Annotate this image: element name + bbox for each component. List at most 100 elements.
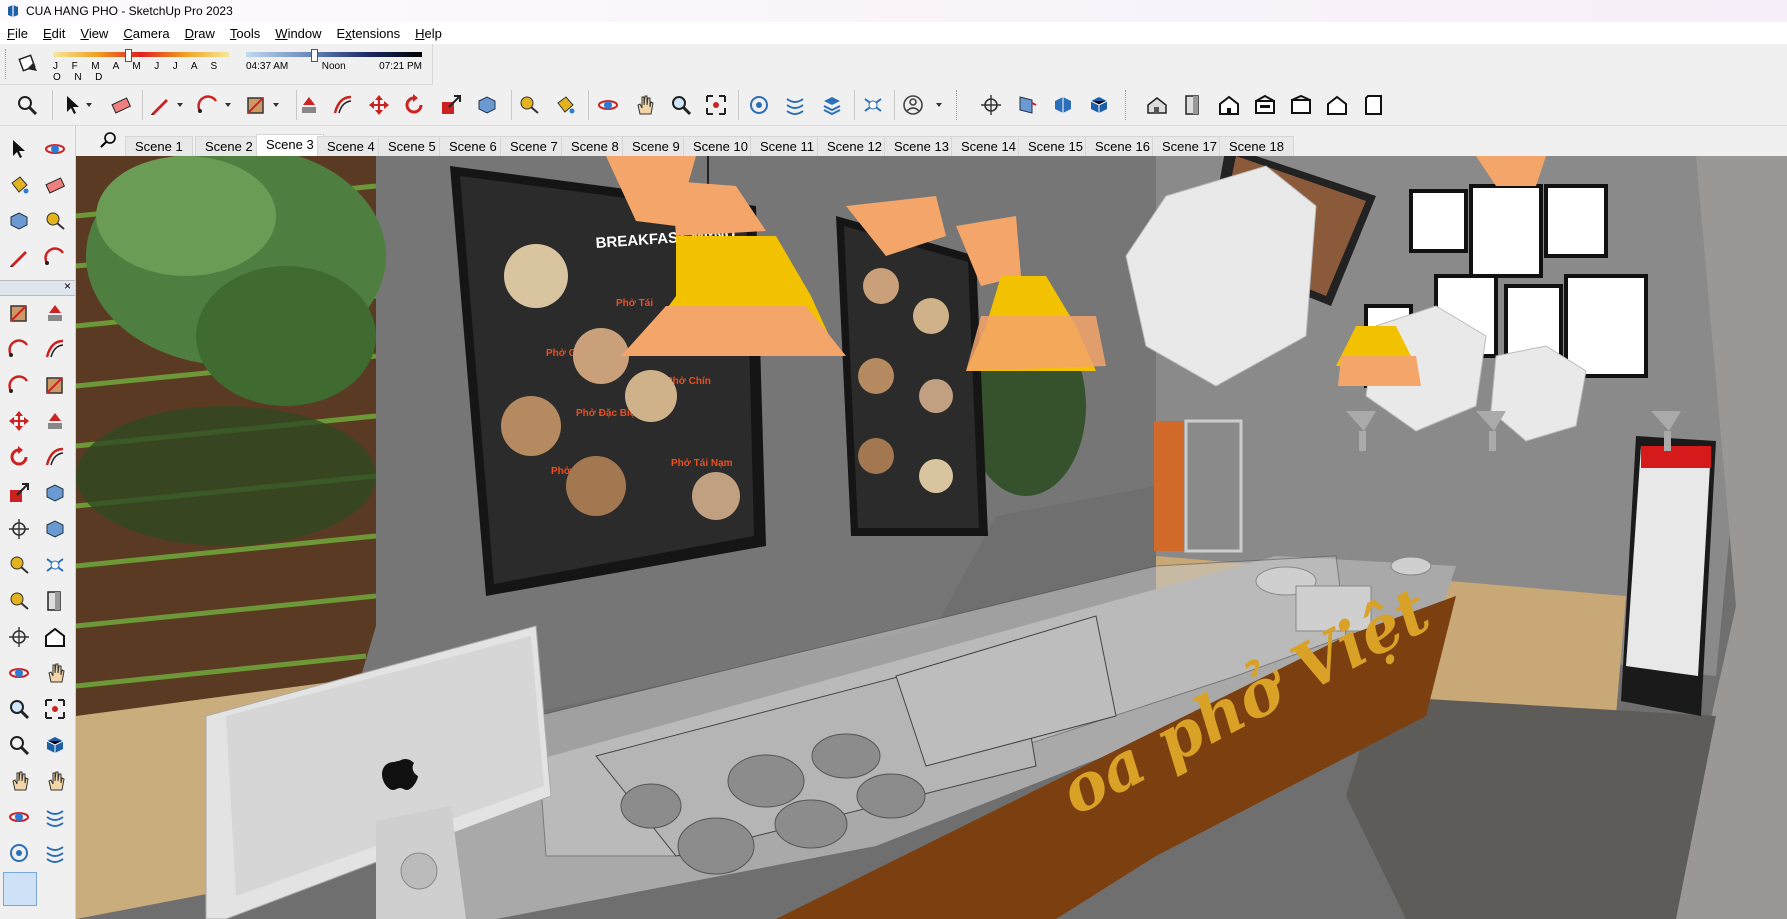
date-slider[interactable]: J F M A M J J A S O N D: [53, 49, 229, 83]
ext-3-button[interactable]: [858, 90, 888, 120]
dropdown-arrow-icon[interactable]: [177, 103, 183, 107]
left-rotate-button[interactable]: [4, 442, 34, 472]
scene-tab-8[interactable]: Scene 8: [561, 136, 629, 157]
menu-tools[interactable]: Tools: [223, 26, 268, 41]
left-section-fill-button[interactable]: [40, 730, 70, 760]
scene-tab-3[interactable]: Scene 3: [256, 134, 324, 157]
left-component-button[interactable]: [4, 206, 34, 236]
scene-tab-7[interactable]: Scene 7: [500, 136, 568, 157]
scene-tab-6[interactable]: Scene 6: [439, 136, 507, 157]
top-view-button[interactable]: [1178, 90, 1208, 120]
model-viewport[interactable]: BREAKFAST MENU Phở Tái Phở Gầu Phở Chín Phở…: [76, 156, 1787, 919]
zoom-icon[interactable]: [100, 131, 118, 149]
toolbar-grip[interactable]: [1125, 90, 1129, 120]
menu-view[interactable]: View: [73, 26, 116, 41]
left-view-button[interactable]: [1322, 90, 1352, 120]
time-slider-thumb[interactable]: [311, 49, 318, 62]
rectangle-button[interactable]: [241, 90, 271, 120]
left-offset-button[interactable]: [40, 442, 70, 472]
left-eraser-button[interactable]: [40, 170, 70, 200]
left-left-view-button[interactable]: [40, 622, 70, 652]
scene-tab-1[interactable]: Scene 1: [125, 136, 193, 157]
left-paint-bucket-button[interactable]: [4, 170, 34, 200]
left-zoom-button[interactable]: [4, 694, 34, 724]
menu-extensions[interactable]: Extensions: [330, 26, 409, 41]
orbit-button[interactable]: [593, 90, 623, 120]
left-push-pull-button[interactable]: [40, 406, 70, 436]
left-rectangle-button[interactable]: [4, 298, 34, 328]
rotate-button[interactable]: [399, 90, 429, 120]
left-component-button[interactable]: [40, 514, 70, 544]
bottom-view-button[interactable]: [1358, 90, 1388, 120]
left-tape-measure-button[interactable]: [4, 550, 34, 580]
zoom-window-button[interactable]: [701, 90, 731, 120]
scene-tab-13[interactable]: Scene 13: [884, 136, 959, 157]
left-ext-3-button[interactable]: [40, 550, 70, 580]
scene-tab-17[interactable]: Scene 17: [1152, 136, 1227, 157]
left-tape-measure-button[interactable]: [4, 586, 34, 616]
arc-button[interactable]: [193, 90, 223, 120]
right-view-button[interactable]: [1250, 90, 1280, 120]
position-camera-button[interactable]: [976, 90, 1006, 120]
left-orbit-button[interactable]: [40, 134, 70, 164]
warehouse-button[interactable]: [744, 90, 774, 120]
section-cut-button[interactable]: [1048, 90, 1078, 120]
left-tape-measure-button[interactable]: [40, 206, 70, 236]
tape-measure-button[interactable]: [514, 90, 544, 120]
left-push-pull-button[interactable]: [40, 298, 70, 328]
left-pan-button[interactable]: [4, 766, 34, 796]
left-orbit-button[interactable]: [4, 658, 34, 688]
dropdown-arrow-icon[interactable]: [273, 103, 279, 107]
menu-draw[interactable]: Draw: [178, 26, 223, 41]
left-pan-button[interactable]: [40, 658, 70, 688]
left-zoom-extents-button[interactable]: [4, 730, 34, 760]
select-button[interactable]: [58, 90, 88, 120]
push-pull-button[interactable]: [294, 90, 324, 120]
section-fill-button[interactable]: [1084, 90, 1114, 120]
left-zoom-window-button[interactable]: [40, 694, 70, 724]
left-arc-button[interactable]: [40, 242, 70, 272]
shadow-toggle-button[interactable]: [14, 48, 44, 78]
toolbar-grip[interactable]: [5, 49, 9, 79]
front-view-button[interactable]: [1214, 90, 1244, 120]
date-slider-thumb[interactable]: [125, 49, 132, 62]
scale-button[interactable]: [436, 90, 466, 120]
back-view-button[interactable]: [1286, 90, 1316, 120]
left-ext-1-button[interactable]: [40, 838, 70, 868]
dropdown-arrow-icon[interactable]: [86, 103, 92, 107]
ext-1-button[interactable]: [780, 90, 810, 120]
zoom-extents-button[interactable]: [12, 90, 42, 120]
dropdown-arrow-icon[interactable]: [936, 103, 942, 107]
scene-tab-15[interactable]: Scene 15: [1018, 136, 1093, 157]
left-orbit-button[interactable]: [4, 802, 34, 832]
toolbar-grip[interactable]: [956, 90, 960, 120]
left-arc-button[interactable]: [4, 334, 34, 364]
left-ext-1-button[interactable]: [40, 802, 70, 832]
scene-tab-16[interactable]: Scene 16: [1085, 136, 1160, 157]
scene-tab-5[interactable]: Scene 5: [378, 136, 446, 157]
scene-tab-18[interactable]: Scene 18: [1219, 136, 1294, 157]
pencil-button[interactable]: [145, 90, 175, 120]
left-scale-button[interactable]: [4, 478, 34, 508]
dropdown-arrow-icon[interactable]: [225, 103, 231, 107]
pan-button[interactable]: [629, 90, 659, 120]
left-position-camera-button[interactable]: [4, 622, 34, 652]
menu-window[interactable]: Window: [268, 26, 329, 41]
left-pan-button[interactable]: [40, 766, 70, 796]
left-offset-button[interactable]: [40, 334, 70, 364]
left-warehouse-button[interactable]: [4, 838, 34, 868]
offset-button[interactable]: [328, 90, 358, 120]
scene-tab-14[interactable]: Scene 14: [951, 136, 1026, 157]
left-move-button[interactable]: [4, 406, 34, 436]
left-arc-button[interactable]: [4, 370, 34, 400]
move-button[interactable]: [364, 90, 394, 120]
scene-tab-9[interactable]: Scene 9: [622, 136, 690, 157]
section-plane-button[interactable]: [1012, 90, 1042, 120]
time-slider[interactable]: 04:37 AM Noon 07:21 PM: [246, 49, 422, 72]
paint-bucket-button[interactable]: [550, 90, 580, 120]
left-pencil-button[interactable]: [4, 242, 34, 272]
left-position-camera-button[interactable]: [4, 514, 34, 544]
scene-tab-10[interactable]: Scene 10: [683, 136, 758, 157]
scene-tab-12[interactable]: Scene 12: [817, 136, 892, 157]
left-select-button[interactable]: [4, 134, 34, 164]
